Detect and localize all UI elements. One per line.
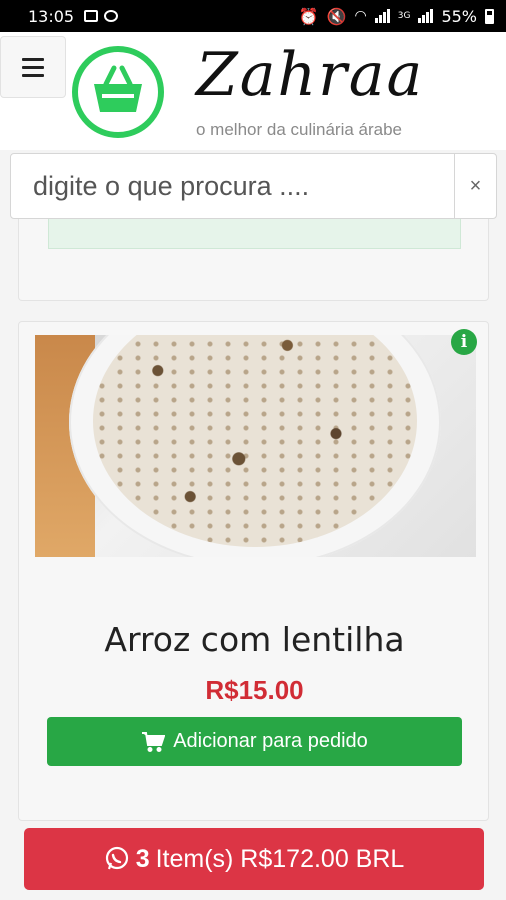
signal-icon-2: [418, 9, 434, 23]
logo[interactable]: [72, 46, 164, 138]
product-card: i Arroz com lentilha R$15.00 Adicionar p…: [18, 321, 489, 821]
info-icon[interactable]: i: [451, 329, 477, 355]
wifi-icon: ◠: [354, 8, 367, 24]
battery-percent: 55%: [441, 6, 477, 26]
added-alert: [48, 219, 461, 249]
menu-line: [22, 57, 44, 61]
battery-icon: [485, 8, 494, 24]
status-time: 13:05: [28, 6, 75, 26]
product-name: Arroz com lentilha: [104, 620, 405, 659]
menu-line: [22, 65, 44, 69]
search-bar: ×: [10, 153, 497, 219]
product-price: R$15.00: [205, 675, 304, 705]
search-input[interactable]: [11, 154, 454, 218]
shopping-cart-icon: [142, 731, 166, 752]
hamburger-menu-button[interactable]: [0, 36, 66, 98]
app-header: Zahraa o melhor da culinária árabe: [0, 32, 506, 150]
tagline: o melhor da culinária árabe: [196, 120, 403, 139]
notification-icons: [84, 10, 119, 22]
add-to-order-button[interactable]: Adicionar para pedido: [47, 717, 462, 766]
brand-name: Zahraa: [196, 40, 425, 110]
cart-summary-button[interactable]: 3 Item(s) R$172.00 BRL: [24, 828, 484, 890]
cart-total: Item(s) R$172.00 BRL: [155, 844, 405, 873]
alarm-icon: ⏰: [298, 6, 319, 26]
messenger-notification-icon: [104, 10, 119, 22]
status-right: ⏰ 🔇 ◠ 3G 55%: [299, 7, 494, 26]
add-to-order-label: Adicionar para pedido: [173, 730, 368, 752]
whatsapp-icon: [105, 846, 128, 870]
mute-icon: 🔇: [326, 6, 347, 26]
signal-icon: [374, 9, 390, 23]
menu-line: [22, 73, 44, 77]
product-image[interactable]: [35, 335, 476, 557]
network-type: 3G: [397, 11, 411, 21]
image-notification-icon: [84, 10, 99, 22]
basket-icon: [94, 65, 142, 112]
clear-search-button[interactable]: ×: [454, 154, 496, 218]
cart-count: 3: [135, 844, 150, 873]
status-bar: 13:05 ⏰ 🔇 ◠ 3G 55%: [0, 0, 506, 32]
